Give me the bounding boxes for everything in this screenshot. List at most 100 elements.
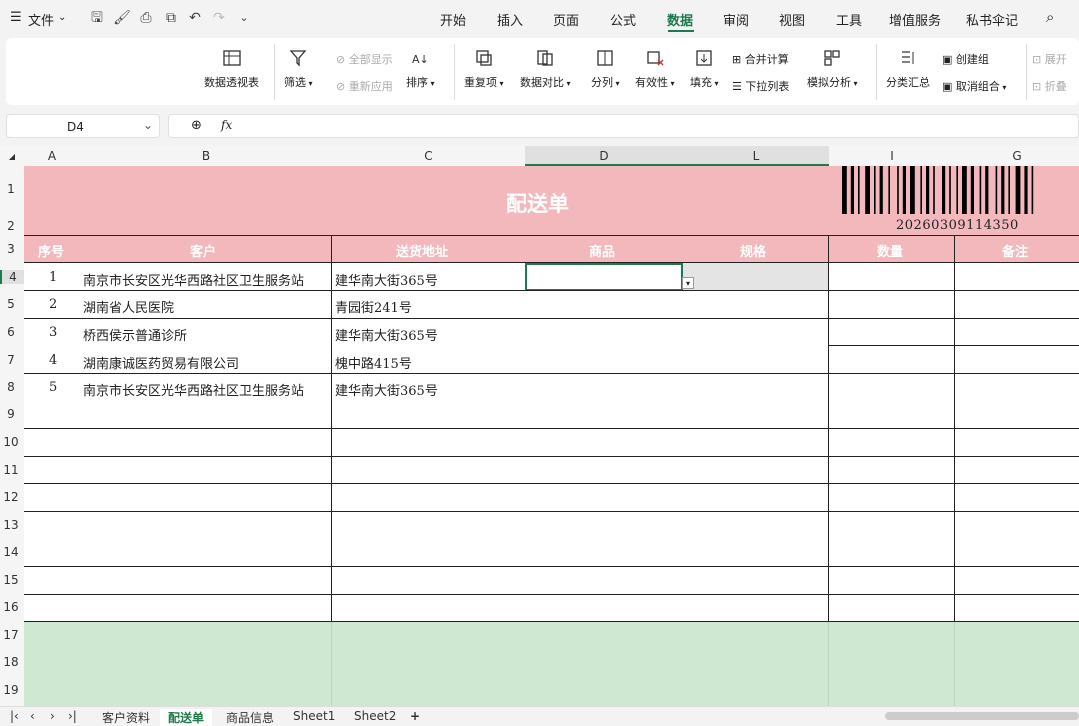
- column-header-a[interactable]: A: [24, 149, 80, 163]
- row-header[interactable]: 12: [0, 490, 22, 504]
- more-chevron-icon[interactable]: ⌄: [235, 9, 253, 27]
- tab-value-added[interactable]: 增值服务: [889, 10, 941, 29]
- tab-view[interactable]: 视图: [779, 10, 805, 29]
- name-box[interactable]: D4 ⌄: [6, 114, 160, 138]
- format-painter-icon[interactable]: 🖌: [113, 9, 131, 27]
- header-customer: 客户: [190, 245, 217, 260]
- chevron-down-icon[interactable]: ⌄: [143, 118, 153, 132]
- tab-formula[interactable]: 公式: [610, 10, 636, 29]
- pivot-label: 数据透视表: [204, 76, 259, 89]
- tab-insert[interactable]: 插入: [497, 10, 523, 29]
- add-sheet-button[interactable]: +: [410, 709, 420, 723]
- tab-review[interactable]: 审阅: [723, 10, 749, 29]
- file-menu[interactable]: 文件: [28, 10, 54, 29]
- row-header[interactable]: 6: [0, 325, 22, 339]
- tab-page[interactable]: 页面: [553, 10, 579, 29]
- show-all-label: 全部显示: [348, 53, 393, 66]
- row-header[interactable]: 8: [0, 380, 22, 394]
- zoom-icon[interactable]: ⊕: [191, 118, 202, 133]
- fill-button[interactable]: 填充 ▾: [690, 48, 719, 90]
- row-header[interactable]: 3: [0, 242, 22, 256]
- row-header[interactable]: 11: [0, 463, 22, 477]
- barcode-image: [842, 166, 1034, 214]
- grid-line: [24, 483, 1079, 484]
- sheet-tab-delivery[interactable]: 配送单: [160, 709, 213, 726]
- column-header-c[interactable]: C: [332, 149, 525, 163]
- horizontal-scrollbar[interactable]: [885, 712, 1079, 720]
- show-all-button[interactable]: ⊘ 全部显示: [336, 51, 393, 67]
- record-no: 5: [49, 380, 58, 395]
- row-header[interactable]: 14: [0, 545, 22, 559]
- ungroup-button[interactable]: ▣ 取消组合 ▾: [942, 78, 1006, 94]
- prev-sheet-icon[interactable]: ‹: [30, 709, 35, 723]
- reapply-button[interactable]: ⊘ 重新应用: [336, 78, 393, 94]
- last-sheet-icon[interactable]: ›|: [68, 709, 77, 723]
- sheet-tab-bar: |‹ ‹ › ›| 客户资料 配送单 商品信息 Sheet1 Sheet2 +: [0, 706, 1079, 726]
- column-header-g[interactable]: G: [955, 149, 1079, 163]
- dropdown-arrow-icon[interactable]: ▾: [682, 277, 694, 289]
- sheet-tab-sheet2[interactable]: Sheet2: [354, 709, 396, 723]
- row-header[interactable]: 5: [0, 297, 22, 311]
- print-icon[interactable]: ⎙: [137, 9, 155, 27]
- row-header[interactable]: 18: [0, 655, 22, 669]
- row-header[interactable]: 10: [0, 435, 22, 449]
- sheet-tab-products[interactable]: 商品信息: [226, 709, 274, 726]
- dropdown-list-button[interactable]: ☰ 下拉列表: [732, 78, 789, 94]
- tab-tools[interactable]: 工具: [836, 10, 862, 29]
- active-cell-d4[interactable]: [525, 263, 683, 291]
- redo-icon[interactable]: ↷: [210, 9, 228, 27]
- sheet-tab-customers[interactable]: 客户资料: [102, 709, 150, 726]
- sort-button[interactable]: A↓ 排序 ▾: [406, 48, 435, 90]
- split-column-button[interactable]: 分列 ▾: [591, 48, 620, 90]
- row-header[interactable]: 13: [0, 518, 22, 532]
- simulate-analysis-button[interactable]: 模拟分析 ▾: [807, 48, 858, 90]
- tab-private-notes[interactable]: 私书伞记: [966, 10, 1018, 29]
- row-header[interactable]: 7: [0, 353, 22, 367]
- column-header-i[interactable]: I: [829, 149, 955, 163]
- formula-bar[interactable]: ⊕ fx: [168, 114, 1079, 138]
- fx-icon[interactable]: fx: [221, 118, 232, 132]
- grid-line: [24, 566, 1079, 567]
- validity-label: 有效性: [635, 76, 668, 89]
- row-header[interactable]: 9: [0, 407, 22, 421]
- row-header-selected[interactable]: 4: [0, 270, 24, 284]
- tab-data[interactable]: 数据: [667, 10, 693, 29]
- create-group-button[interactable]: ▣ 创建组: [942, 51, 989, 67]
- row-header[interactable]: 17: [0, 628, 22, 642]
- print-preview-icon[interactable]: ⧉: [162, 9, 180, 27]
- subtotal-button[interactable]: 分类汇总: [886, 48, 930, 90]
- column-header-l[interactable]: L: [683, 146, 829, 166]
- next-sheet-icon[interactable]: ›: [50, 709, 55, 723]
- validity-button[interactable]: 有效性 ▾: [635, 48, 675, 90]
- row-header[interactable]: 16: [0, 600, 22, 614]
- undo-icon[interactable]: ↶: [186, 9, 204, 27]
- pivot-table-button[interactable]: 数据透视表: [204, 48, 259, 90]
- data-compare-button[interactable]: 数据对比 ▾: [520, 48, 571, 90]
- spreadsheet-grid[interactable]: 配送单 20260309114350 序号 客户 送货地址 商品 规格 数量 备…: [24, 166, 1079, 706]
- validity-icon: [647, 51, 664, 66]
- expand-button[interactable]: ⊡ 展开: [1032, 51, 1067, 67]
- row-header[interactable]: 1: [0, 182, 22, 196]
- tab-home[interactable]: 开始: [440, 10, 466, 29]
- row-header[interactable]: 15: [0, 573, 22, 587]
- first-sheet-icon[interactable]: |‹: [10, 709, 19, 723]
- select-all-corner[interactable]: ◢: [0, 152, 24, 161]
- header-spec: 规格: [740, 245, 767, 260]
- filter-button[interactable]: 筛选 ▾: [284, 48, 313, 90]
- menu-icon[interactable]: ☰: [10, 10, 22, 25]
- row-header[interactable]: 2: [0, 219, 22, 233]
- expand-label: 展开: [1044, 53, 1067, 66]
- search-icon[interactable]: ⌕: [1046, 8, 1054, 26]
- column-header-b[interactable]: B: [80, 149, 332, 163]
- sheet-tab-sheet1[interactable]: Sheet1: [293, 709, 335, 723]
- dropdown-list-label: 下拉列表: [745, 80, 790, 93]
- collapse-button[interactable]: ⊡ 折叠: [1032, 78, 1067, 94]
- column-header-d[interactable]: D: [525, 146, 683, 166]
- save-icon[interactable]: 🖫: [88, 9, 106, 27]
- merge-calc-button[interactable]: ⊞ 合并计算: [732, 51, 789, 67]
- grid-line: [24, 621, 1079, 622]
- ribbon-toolbar: 数据透视表 筛选 ▾ ⊘ 全部显示 ⊘ 重新应用 A↓ 排序 ▾ 重复项 ▾ 数…: [6, 38, 1079, 105]
- row-header[interactable]: 19: [0, 683, 22, 697]
- chevron-down-icon[interactable]: ⌄: [58, 12, 66, 23]
- duplicates-button[interactable]: 重复项 ▾: [464, 48, 504, 90]
